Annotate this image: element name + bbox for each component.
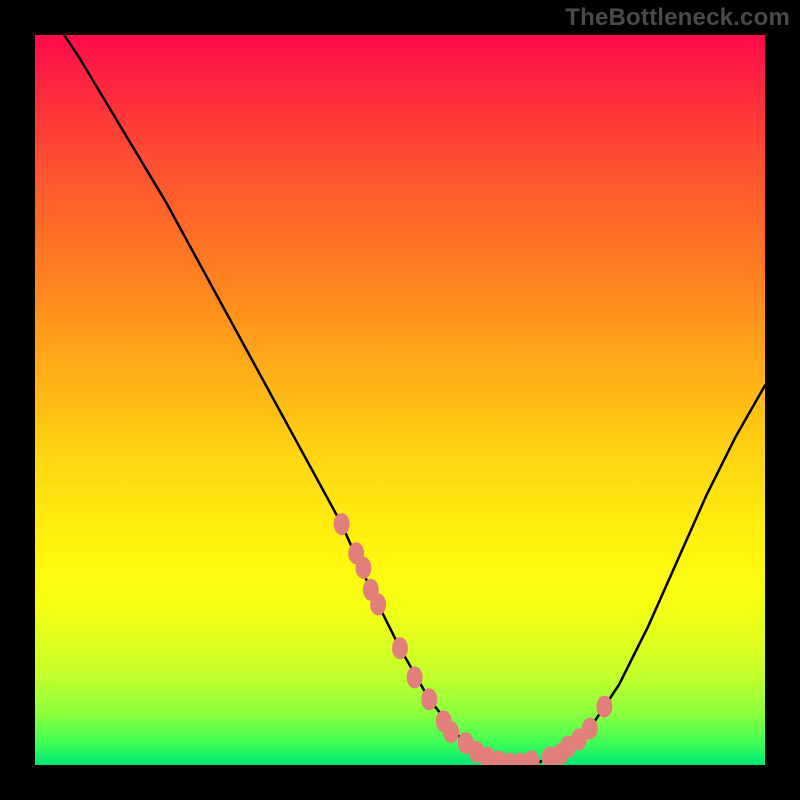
plot-area — [35, 35, 765, 765]
marker-dot — [523, 750, 539, 765]
marker-dot — [356, 557, 372, 579]
marker-dots — [334, 513, 613, 765]
marker-dot — [582, 718, 598, 740]
chart-svg — [35, 35, 765, 765]
chart-frame: TheBottleneck.com — [0, 0, 800, 800]
marker-dot — [334, 513, 350, 535]
marker-dot — [392, 637, 408, 659]
marker-dot — [407, 666, 423, 688]
marker-dot — [443, 721, 459, 743]
watermark-label: TheBottleneck.com — [565, 4, 790, 32]
marker-dot — [596, 696, 612, 718]
marker-dot — [370, 593, 386, 615]
marker-dot — [421, 688, 437, 710]
